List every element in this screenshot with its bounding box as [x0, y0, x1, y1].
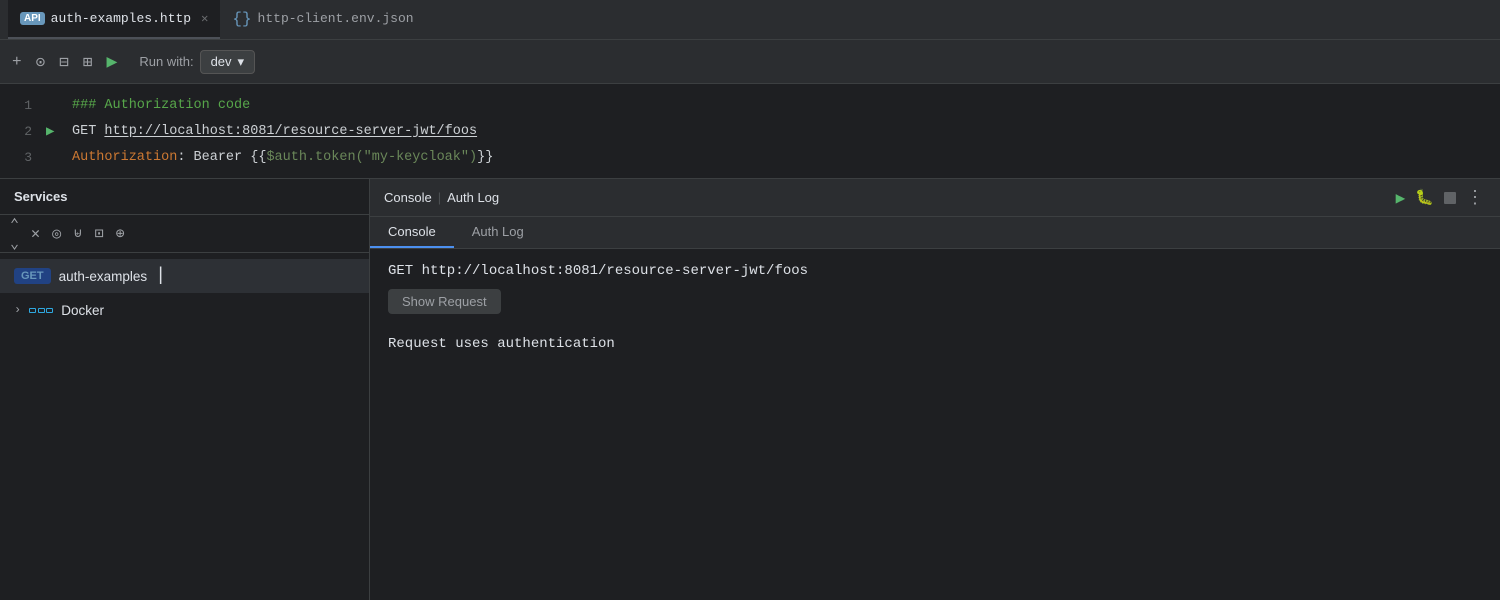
env-dropdown[interactable]: dev ▾ [200, 50, 256, 74]
console-output-url: GET http://localhost:8081/resource-serve… [388, 263, 1482, 279]
console-panel: Console | Auth Log ▶ 🐛 ⋮ Console Auth Lo… [370, 179, 1500, 600]
code-line-3: 3 Authorization: Bearer {{$auth.token("m… [0, 144, 1500, 170]
show-request-button[interactable]: Show Request [388, 289, 501, 314]
expand-collapse-icon[interactable]: ⌃⌄ [10, 215, 19, 253]
console-title-text: Console | Auth Log [384, 190, 499, 205]
main-content: 1 ### Authorization code 2 ▶ GET http://… [0, 84, 1500, 600]
eye-icon[interactable]: ◎ [52, 224, 61, 243]
console-tab-label: Console [388, 224, 436, 239]
services-toolbar: ⌃⌄ ✕ ◎ ⊌ ⊡ ⊕ [0, 215, 369, 253]
run-all-icon[interactable]: ▶ [107, 51, 118, 73]
line-content-2: GET http://localhost:8081/resource-serve… [66, 124, 1500, 139]
api-icon: API [20, 12, 45, 25]
console-run-icon[interactable]: ▶ [1396, 188, 1406, 208]
add-icon[interactable]: + [12, 53, 22, 71]
console-label: Console [384, 190, 432, 205]
tab-auth-examples-label: auth-examples.http [51, 11, 191, 26]
env-label: dev [211, 54, 232, 69]
console-body: GET http://localhost:8081/resource-serve… [370, 249, 1500, 600]
toolbar: + ⊙ ⊟ ⊞ ▶ Run with: dev ▾ [0, 40, 1500, 84]
tab-auth-examples-close[interactable]: ✕ [201, 11, 208, 26]
json-icon: {} [232, 10, 251, 28]
stop-icon[interactable] [1444, 192, 1456, 204]
line-content-1: ### Authorization code [66, 98, 1500, 113]
run-with-section: Run with: dev ▾ [139, 50, 255, 74]
console-header: Console | Auth Log ▶ 🐛 ⋮ [370, 179, 1500, 217]
services-header: Services [0, 179, 369, 215]
tab-http-client-env-label: http-client.env.json [258, 11, 414, 26]
add-service-icon[interactable]: ⊕ [116, 224, 125, 243]
bug-icon[interactable]: 🐛 [1415, 188, 1434, 207]
code-line-2: 2 ▶ GET http://localhost:8081/resource-s… [0, 118, 1500, 144]
service-item-docker[interactable]: › Docker [0, 293, 369, 327]
filter-icon[interactable]: ⊌ [73, 226, 83, 241]
run-with-label: Run with: [139, 54, 193, 69]
line-number-3: 3 [0, 150, 46, 165]
tab-console[interactable]: Console [370, 217, 454, 248]
services-list: GET auth-examples | › Docker [0, 253, 369, 333]
service-name-auth-examples: auth-examples [59, 269, 148, 284]
console-actions: ▶ 🐛 ⋮ [1396, 187, 1486, 209]
tab-bar: API auth-examples.http ✕ {} http-client.… [0, 0, 1500, 40]
line-number-1: 1 [0, 98, 46, 113]
clipboard-icon[interactable]: ⊟ [59, 52, 69, 72]
services-panel: Services ⌃⌄ ✕ ◎ ⊌ ⊡ ⊕ GET auth-examples … [0, 179, 370, 600]
service-item-auth-examples[interactable]: GET auth-examples | [0, 259, 369, 293]
more-options-icon[interactable]: ⋮ [1466, 187, 1486, 209]
tab-auth-log[interactable]: Auth Log [454, 217, 542, 248]
docker-icon [29, 308, 53, 313]
layout-icon[interactable]: ⊞ [83, 52, 93, 72]
line-run-btn-2[interactable]: ▶ [46, 123, 66, 140]
console-tabs: Console Auth Log [370, 217, 1500, 249]
history-icon[interactable]: ⊙ [36, 52, 46, 72]
pipe-separator: | [438, 190, 441, 205]
code-line-1: 1 ### Authorization code [0, 92, 1500, 118]
service-name-docker: Docker [61, 303, 104, 318]
line-content-3: Authorization: Bearer {{$auth.token("my-… [66, 150, 1500, 165]
auth-note-text: Request uses authentication [388, 336, 1482, 352]
cursor-indicator: | [155, 266, 166, 286]
tab-auth-examples[interactable]: API auth-examples.http ✕ [8, 0, 220, 39]
services-title: Services [14, 189, 68, 204]
auth-log-header-label: Auth Log [447, 190, 499, 205]
close-x-icon[interactable]: ✕ [31, 224, 40, 243]
bottom-area: Services ⌃⌄ ✕ ◎ ⊌ ⊡ ⊕ GET auth-examples … [0, 179, 1500, 600]
get-method-badge: GET [14, 268, 51, 284]
code-editor: 1 ### Authorization code 2 ▶ GET http://… [0, 84, 1500, 179]
line-number-2: 2 [0, 124, 46, 139]
dropdown-arrow-icon: ▾ [238, 54, 245, 70]
tab-http-client-env[interactable]: {} http-client.env.json [220, 0, 425, 39]
chevron-right-icon: › [14, 303, 21, 317]
new-file-icon[interactable]: ⊡ [95, 224, 104, 243]
auth-log-tab-label: Auth Log [472, 224, 524, 239]
